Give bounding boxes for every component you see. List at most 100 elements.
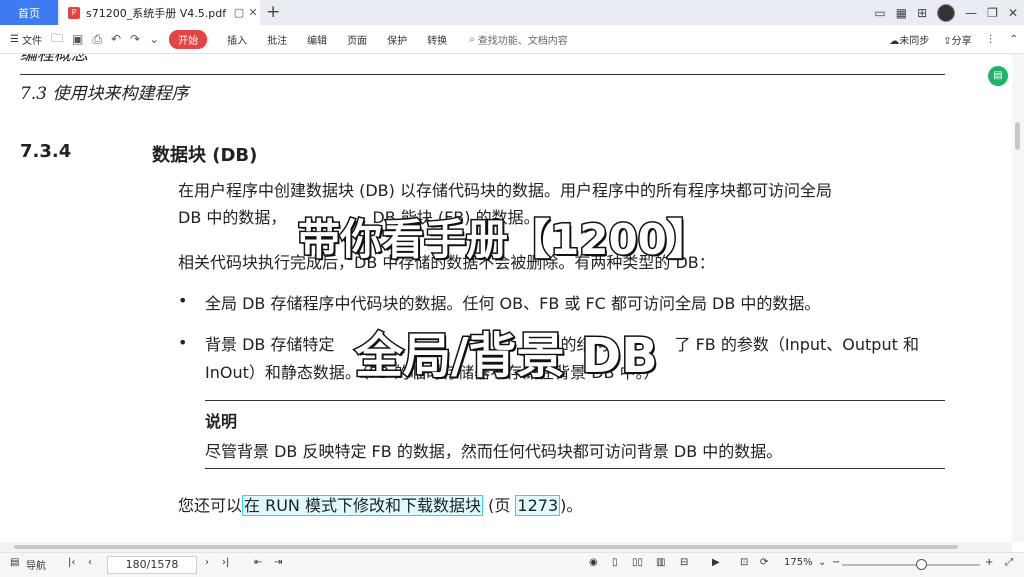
menu-page[interactable]: 页面	[347, 32, 367, 47]
close-window-icon[interactable]: ✕	[1008, 6, 1018, 20]
sync-label: 未同步	[899, 35, 930, 47]
horizontal-scrollbar[interactable]	[0, 542, 1012, 552]
bullet-2-part-c: 了 FB 的参数（Input、Output 和	[674, 335, 919, 354]
last-paragraph: 您还可以在 RUN 模式下修改和下载数据块 (页 1273)。	[178, 492, 582, 519]
last-prefix: 您还可以	[178, 496, 243, 515]
page-reference-link[interactable]: 1273	[515, 495, 561, 516]
run-mode-link[interactable]: 在 RUN 模式下修改和下载数据块	[242, 495, 483, 516]
running-header: 编程概念	[20, 54, 88, 65]
redo-icon[interactable]: ↷	[130, 32, 140, 46]
search-icon: ⌕	[469, 33, 475, 45]
minimize-icon[interactable]: —	[965, 6, 977, 20]
paragraph-1-line-1: 在用户程序中创建数据块 (DB) 以存储代码块的数据。用户程序中的所有程序块都可…	[178, 181, 832, 200]
nav-label[interactable]: 导航	[26, 557, 46, 572]
fullscreen-icon[interactable]: ⤢	[1005, 557, 1013, 568]
menu-annotate[interactable]: 批注	[267, 32, 287, 47]
menu-convert[interactable]: 转换	[427, 32, 447, 47]
cloud-icon: ☁	[889, 35, 900, 47]
document-tab-title: s71200_系统手册 V4.5.pdf	[86, 6, 227, 20]
page-number-input[interactable]: 180/1578	[107, 556, 197, 574]
play-icon[interactable]: ▶	[712, 557, 720, 568]
avatar[interactable]	[937, 3, 956, 22]
next-page-icon[interactable]: ›	[205, 557, 209, 568]
single-page-icon[interactable]: ▯	[612, 557, 618, 568]
maximize-icon[interactable]: ❐	[987, 6, 998, 20]
sync-button[interactable]: ☁未同步	[889, 32, 929, 47]
zoom-in-icon[interactable]: +	[985, 557, 993, 568]
horizontal-scroll-thumb[interactable]	[14, 545, 958, 549]
last-mid: (页	[483, 496, 516, 515]
side-tool-icon[interactable]: ▤	[988, 66, 1008, 86]
note-text: 尽管背景 DB 反映特定 FB 的数据，然而任何代码块都可访问背景 DB 中的数…	[205, 442, 783, 461]
undo-icon[interactable]: ↶	[111, 32, 121, 46]
bullet-dot: •	[178, 333, 188, 352]
share-icon: ⇪	[943, 35, 952, 47]
header-divider	[20, 74, 945, 75]
document-page[interactable]: 编程概念 7.3 使用块来构建程序 7.3.4 数据块 (DB) 在用户程序中创…	[0, 54, 1012, 542]
close-tab-icon[interactable]: ✕	[246, 6, 260, 19]
bullet-1-text: 全局 DB 存储程序中代码块的数据。任何 OB、FB 或 FC 都可访问全局 D…	[205, 294, 821, 313]
document-tab[interactable]: P s71200_系统手册 V4.5.pdf ▢ ✕	[60, 0, 260, 25]
vertical-scroll-thumb[interactable]	[1015, 122, 1020, 150]
share-label: 分享	[951, 35, 972, 47]
collapse-icon[interactable]: ⌃	[1010, 34, 1018, 45]
dropdown-icon[interactable]: ⌄	[149, 32, 159, 46]
note-title: 说明	[205, 412, 238, 431]
bullet-2-part-a: 背景 DB 存储特定	[205, 335, 335, 354]
menu-edit[interactable]: 编辑	[307, 32, 327, 47]
note-top-divider	[205, 400, 945, 401]
status-bar: ▤ 导航 |‹ ‹ 180/1578 › ›| ⇤ ⇥ ◉ ▯ ▯▯ ▥ ⊟ ▶…	[0, 552, 1024, 577]
eye-mode-icon[interactable]: ◉	[589, 557, 598, 568]
overlay-caption-2: 全局/背景 DB	[354, 327, 660, 386]
section-title: 数据块 (DB)	[152, 145, 258, 166]
zoom-out-icon[interactable]: −	[832, 557, 840, 568]
rotate-icon[interactable]: ⟳	[760, 557, 768, 568]
paragraph-1-line-2-start: DB 中的数据，	[178, 208, 287, 227]
file-menu[interactable]: ☰ 文件	[10, 32, 42, 47]
home-tab[interactable]: 首页	[0, 0, 58, 25]
search-placeholder: 查找功能、文档内容	[477, 35, 568, 47]
hamburger-icon: ☰	[10, 33, 19, 45]
double-page-icon[interactable]: ▯▯	[632, 557, 643, 568]
layout-icon[interactable]: ▭	[874, 6, 885, 20]
bullet-dot: •	[178, 291, 188, 310]
open-folder-icon[interactable]: 🗀	[51, 29, 63, 50]
start-tab[interactable]: 开始	[169, 29, 208, 49]
menu-right-actions: ☁未同步 ⇪分享 ⋮ ⌃	[889, 25, 1018, 53]
menu-insert[interactable]: 插入	[227, 32, 247, 47]
zoom-slider[interactable]	[842, 564, 980, 566]
grid-icon[interactable]: ⊞	[917, 6, 927, 20]
fit-page-icon[interactable]: ⊡	[740, 557, 748, 568]
pdf-icon: P	[68, 6, 80, 19]
search-input[interactable]: ⌕ 查找功能、文档内容	[469, 32, 568, 47]
share-button[interactable]: ⇪分享	[943, 32, 971, 47]
continuous-icon[interactable]: ▥	[656, 557, 665, 568]
save-icon[interactable]: ▣	[72, 32, 83, 46]
title-bar-controls: ▭ ▦ ⊞ — ❐ ✕	[874, 0, 1018, 25]
zoom-dropdown-icon[interactable]: ⌄	[818, 557, 826, 568]
zoom-slider-handle[interactable]	[916, 559, 927, 570]
file-menu-label: 文件	[21, 35, 42, 47]
fit-width-icon[interactable]: ⊟	[680, 557, 688, 568]
prev-page-icon[interactable]: ‹	[88, 557, 92, 568]
section-number: 7.3.4	[20, 141, 72, 162]
chapter-heading: 7.3 使用块来构建程序	[20, 84, 189, 104]
vertical-scrollbar[interactable]	[1012, 54, 1024, 542]
overlay-caption-1: 带你看手册【1200】	[297, 214, 711, 266]
last-suffix: )。	[560, 496, 583, 515]
print-icon[interactable]: ⎙	[92, 32, 102, 47]
menu-bar: ☰ 文件 🗀 ▣ ⎙ ↶ ↷ ⌄ 开始 插入 批注 编辑 页面 保护 转换 ⌕ 查…	[0, 25, 1024, 54]
new-tab-button[interactable]: +	[266, 2, 280, 22]
zoom-value[interactable]: 175%	[784, 557, 813, 568]
nav-panel-icon[interactable]: ▤	[10, 557, 19, 568]
menu-protect[interactable]: 保护	[387, 32, 407, 47]
more-icon[interactable]: ⋮	[986, 34, 996, 45]
forward-icon[interactable]: ⇥	[274, 557, 282, 568]
title-bar: 首页 P s71200_系统手册 V4.5.pdf ▢ ✕ + ▭ ▦ ⊞ — …	[0, 0, 1024, 25]
last-page-icon[interactable]: ›|	[222, 557, 229, 568]
back-icon[interactable]: ⇤	[254, 557, 262, 568]
note-bottom-divider	[205, 468, 945, 469]
window-restore-icon[interactable]: ▢	[232, 6, 246, 19]
first-page-icon[interactable]: |‹	[68, 557, 75, 568]
apps-icon[interactable]: ▦	[896, 6, 907, 20]
